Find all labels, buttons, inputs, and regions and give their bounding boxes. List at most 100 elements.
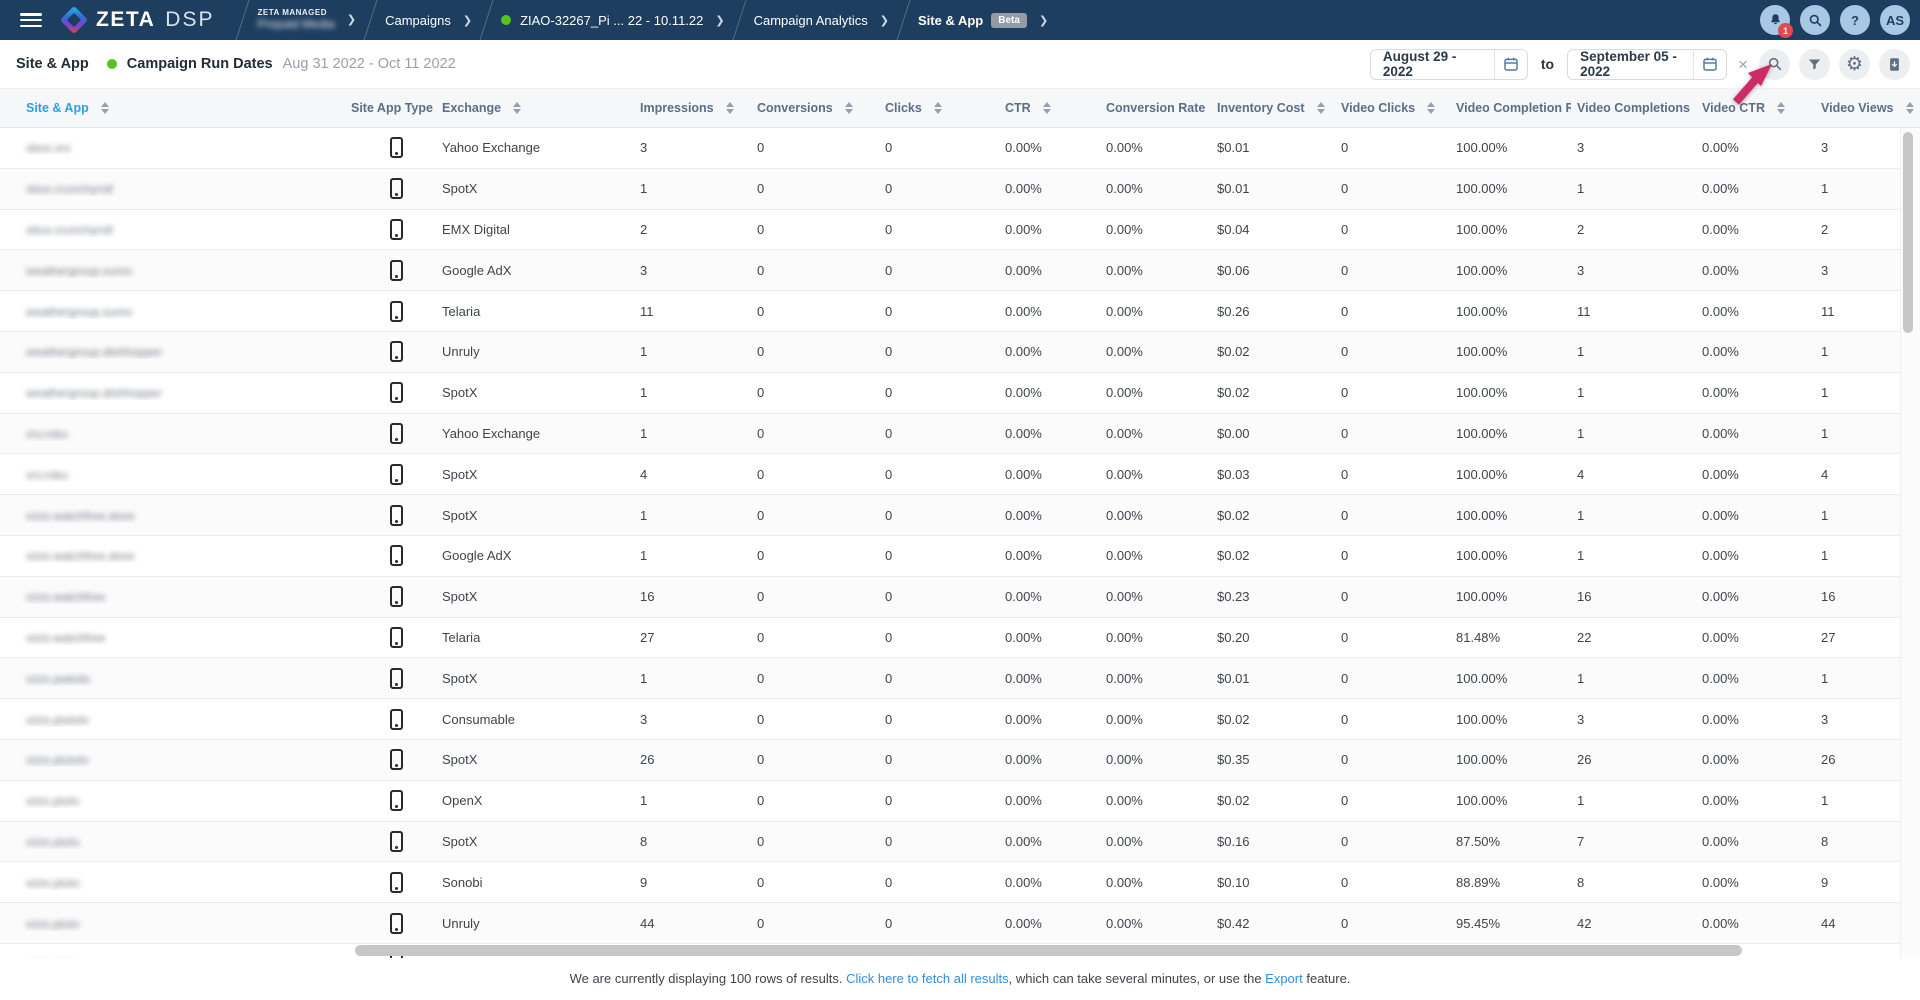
vertical-scrollbar-thumb[interactable] <box>1903 132 1913 333</box>
table-row[interactable]: weathergroup.sumo Google AdX 3 0 0 0.00%… <box>0 250 1920 291</box>
table-row[interactable]: vizio.pluto OpenX 1 0 0 0.00% 0.00% $0.0… <box>0 781 1920 822</box>
notifications-button[interactable]: 1 <box>1760 5 1790 35</box>
table-row[interactable]: weathergroup.dishhopper SpotX 1 0 0 0.00… <box>0 373 1920 414</box>
column-header-inventory-cost[interactable]: Inventory Cost <box>1211 89 1335 127</box>
avatar[interactable]: AS <box>1880 5 1910 35</box>
conversions-cell: 0 <box>751 875 879 890</box>
breadcrumb-item[interactable]: Site & AppBeta❯ <box>918 13 1048 28</box>
inventory-cost-cell: $0.42 <box>1211 916 1335 931</box>
column-header-exchange[interactable]: Exchange <box>436 89 634 127</box>
conversion-rate-cell: 0.00% <box>1100 385 1211 400</box>
table-row[interactable]: vizio.watchfree.dove Google AdX 1 0 0 0.… <box>0 536 1920 577</box>
video-completions-cell: 22 <box>1571 630 1696 645</box>
fetch-all-results-link[interactable]: Click here to fetch all results <box>846 971 1009 986</box>
site-app-name: vizio.pluto <box>26 835 79 849</box>
site-app-name: vizio.plutotv <box>26 753 89 767</box>
table-row[interactable]: vrv.roku SpotX 4 0 0 0.00% 0.00% $0.03 0… <box>0 454 1920 495</box>
impressions-cell: 3 <box>634 140 751 155</box>
sort-arrows-icon[interactable] <box>1317 102 1325 114</box>
table-row[interactable]: xbox.vrv Yahoo Exchange 3 0 0 0.00% 0.00… <box>0 128 1920 169</box>
impressions-cell: 16 <box>634 589 751 604</box>
site-app-name: vizio.pluto <box>26 794 79 808</box>
table-row[interactable]: weathergroup.sumo Telaria 11 0 0 0.00% 0… <box>0 291 1920 332</box>
column-header-site-app-type[interactable]: Site App Type <box>345 89 436 127</box>
mobile-device-icon <box>390 627 403 648</box>
date-to-input[interactable]: September 05 - 2022 <box>1567 49 1727 80</box>
exchange-cell: Yahoo Exchange <box>436 426 634 441</box>
sort-arrows-icon[interactable] <box>934 102 942 114</box>
video-ctr-cell: 0.00% <box>1696 793 1815 808</box>
column-header-site-app[interactable]: Site & App <box>0 89 345 127</box>
column-header-label: Inventory Cost <box>1217 101 1305 115</box>
breadcrumb-label: Campaigns <box>385 13 451 28</box>
column-header-video-views[interactable]: Video Views <box>1815 89 1920 127</box>
global-search-button[interactable] <box>1800 5 1830 35</box>
help-button[interactable]: ? <box>1840 5 1870 35</box>
table-row[interactable]: xbox.crunchyroll EMX Digital 2 0 0 0.00%… <box>0 210 1920 251</box>
table-row[interactable]: vizio.plutotv SpotX 26 0 0 0.00% 0.00% $… <box>0 740 1920 781</box>
site-app-name: vizio.pluto <box>26 876 79 890</box>
menu-hamburger-icon[interactable] <box>20 13 42 27</box>
sort-arrows-icon[interactable] <box>101 102 109 114</box>
sort-arrows-icon[interactable] <box>1427 102 1435 114</box>
conversions-cell: 0 <box>751 671 879 686</box>
site-app-name: vizio.watchfree.dove <box>26 509 135 523</box>
calendar-icon[interactable] <box>1694 56 1726 72</box>
column-header-video-completions[interactable]: Video Completions <box>1571 89 1696 127</box>
filter-button[interactable] <box>1799 49 1830 80</box>
table-row[interactable]: vrv.roku Yahoo Exchange 1 0 0 0.00% 0.00… <box>0 414 1920 455</box>
clicks-cell: 0 <box>879 834 999 849</box>
video-ctr-cell: 0.00% <box>1696 589 1815 604</box>
conversions-cell: 0 <box>751 385 879 400</box>
breadcrumb-item[interactable]: ZETA MANAGEDPrepaid Media❯ <box>257 9 356 31</box>
column-header-ctr[interactable]: CTR <box>999 89 1100 127</box>
mobile-device-icon <box>390 464 403 485</box>
table-row[interactable]: xbox.crunchyroll SpotX 1 0 0 0.00% 0.00%… <box>0 169 1920 210</box>
date-from-input[interactable]: August 29 - 2022 <box>1370 49 1528 80</box>
export-link[interactable]: Export <box>1265 971 1303 986</box>
table-row[interactable]: vizio.pluto SpotX 8 0 0 0.00% 0.00% $0.1… <box>0 822 1920 863</box>
sort-arrows-icon[interactable] <box>845 102 853 114</box>
clicks-cell: 0 <box>879 875 999 890</box>
column-header-video-completion-rate[interactable]: Video Completion Rate <box>1450 89 1571 127</box>
calendar-icon[interactable] <box>1495 56 1527 72</box>
export-button[interactable] <box>1879 49 1910 80</box>
clicks-cell: 0 <box>879 344 999 359</box>
table-row[interactable]: vizio.plutotv Consumable 3 0 0 0.00% 0.0… <box>0 699 1920 740</box>
zeta-dsp-logo[interactable]: ZETA DSP <box>64 8 214 32</box>
breadcrumb-item[interactable]: Campaigns❯ <box>385 13 472 28</box>
table-row[interactable]: vizio.pluto Sonobi 9 0 0 0.00% 0.00% $0.… <box>0 862 1920 903</box>
table-row[interactable]: vizio.watchfree SpotX 16 0 0 0.00% 0.00%… <box>0 577 1920 618</box>
column-header-video-ctr[interactable]: Video CTR <box>1696 89 1815 127</box>
sort-arrows-icon[interactable] <box>1777 102 1785 114</box>
table-search-button[interactable] <box>1759 49 1790 80</box>
sort-arrows-icon[interactable] <box>513 102 521 114</box>
sort-arrows-icon[interactable] <box>1043 102 1051 114</box>
table-row[interactable]: vizio.pwkids SpotX 1 0 0 0.00% 0.00% $0.… <box>0 658 1920 699</box>
inventory-cost-cell: $0.02 <box>1211 712 1335 727</box>
horizontal-scrollbar-thumb[interactable] <box>355 945 1742 956</box>
column-header-conversions[interactable]: Conversions <box>751 89 879 127</box>
mobile-device-icon <box>390 260 403 281</box>
sort-arrows-icon[interactable] <box>726 102 734 114</box>
table-row[interactable]: vizio.pluto Unruly 44 0 0 0.00% 0.00% $0… <box>0 903 1920 944</box>
settings-button[interactable]: ⚙ <box>1839 49 1870 80</box>
video-completion-rate-cell: 88.89% <box>1450 875 1571 890</box>
inventory-cost-cell: $0.01 <box>1211 181 1335 196</box>
breadcrumb-item[interactable]: Campaign Analytics❯ <box>754 13 889 28</box>
clear-dates-button[interactable]: × <box>1736 56 1750 73</box>
date-from-value: August 29 - 2022 <box>1371 49 1494 79</box>
avatar-initials: AS <box>1886 13 1904 28</box>
column-header-video-clicks[interactable]: Video Clicks <box>1335 89 1450 127</box>
table-row[interactable]: vizio.watchfree.dove SpotX 1 0 0 0.00% 0… <box>0 495 1920 536</box>
breadcrumb-item[interactable]: ZIAO-32267_Pi ... 22 - 10.11.22❯ <box>501 13 725 28</box>
conversions-cell: 0 <box>751 752 879 767</box>
column-header-conversion-rate[interactable]: Conversion Rate <box>1100 89 1211 127</box>
video-ctr-cell: 0.00% <box>1696 916 1815 931</box>
sort-arrows-icon[interactable] <box>1906 102 1914 114</box>
table-row[interactable]: vizio.watchfree Telaria 27 0 0 0.00% 0.0… <box>0 618 1920 659</box>
column-header-clicks[interactable]: Clicks <box>879 89 999 127</box>
inventory-cost-cell: $0.23 <box>1211 589 1335 604</box>
table-row[interactable]: weathergroup.dishhopper Unruly 1 0 0 0.0… <box>0 332 1920 373</box>
column-header-impressions[interactable]: Impressions <box>634 89 751 127</box>
